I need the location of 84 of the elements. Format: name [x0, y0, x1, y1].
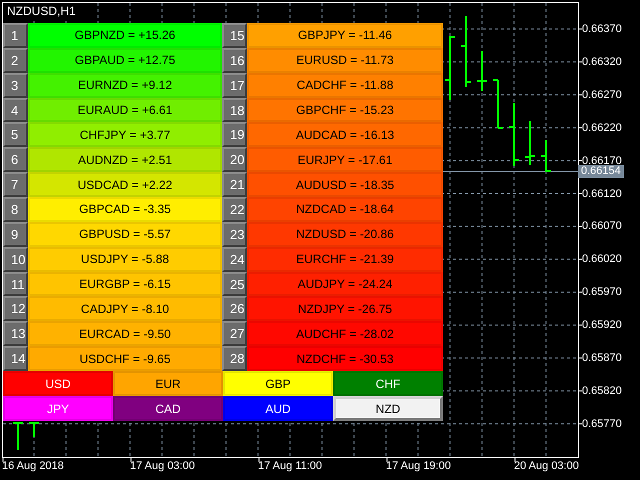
currency-button[interactable]: NZD — [333, 396, 443, 422]
rank-cell: 27 — [222, 321, 247, 346]
rank-cell: 8 — [3, 197, 28, 222]
currency-button[interactable]: CHF — [333, 371, 443, 396]
pair-strength-cell: NZDUSD = -20.86 — [247, 222, 443, 247]
time-label: 20 Aug 03:00 — [514, 460, 579, 473]
pair-strength-cell: AUDNZD = +2.51 — [28, 147, 222, 172]
rank-cell: 5 — [3, 122, 28, 148]
price-label: 0.66320 — [582, 56, 622, 68]
pair-strength-cell: EURGBP = -6.15 — [28, 272, 222, 296]
time-label: 17 Aug 11:00 — [258, 460, 322, 473]
pair-strength-cell: GBPAUD = +12.75 — [28, 48, 222, 73]
rank-cell: 14 — [3, 346, 28, 372]
price-label: 0.65770 — [582, 418, 622, 430]
rank-cell: 10 — [3, 246, 28, 272]
price-label: 0.65820 — [582, 384, 622, 397]
pair-strength-cell: NZDCAD = -18.64 — [247, 197, 443, 222]
currency-button[interactable]: CAD — [113, 396, 223, 422]
currency-button[interactable]: EUR — [113, 371, 223, 396]
price-bars-drawing — [13, 422, 39, 450]
rank-cell: 17 — [222, 72, 247, 98]
rank-cell: 1 — [3, 23, 28, 48]
pair-strength-cell: AUDJPY = -24.24 — [247, 272, 443, 296]
rank-cell: 11 — [3, 272, 28, 296]
rank-cell: 6 — [3, 147, 28, 172]
current-price-label: 0.66154 — [578, 165, 624, 178]
rank-cell: 18 — [222, 98, 247, 122]
pair-strength-cell: USDJPY = -5.88 — [28, 246, 222, 272]
price-label: 0.66070 — [582, 220, 622, 232]
time-label: 16 Aug 2018 — [2, 460, 64, 473]
rank-cell: 15 — [222, 23, 247, 48]
price-label: 0.66170 — [582, 154, 622, 167]
price-label: 0.66120 — [582, 188, 622, 200]
rank-cell: 20 — [222, 147, 247, 172]
price-label: 0.65920 — [582, 319, 622, 332]
price-label: 0.65870 — [582, 352, 622, 364]
time-label: 17 Aug 19:00 — [386, 460, 451, 473]
pair-strength-cell: GBPJPY = -11.46 — [247, 23, 443, 48]
price-label: 0.66020 — [582, 253, 622, 266]
chart-title: NZDUSD,H1 — [6, 3, 77, 19]
pair-strength-cell: NZDJPY = -26.75 — [247, 296, 443, 322]
currency-button[interactable]: AUD — [223, 396, 333, 422]
currency-button[interactable]: USD — [3, 371, 113, 396]
rank-cell: 26 — [222, 296, 247, 322]
pair-strength-cell: EURNZD = +9.12 — [28, 72, 222, 98]
pair-strength-cell: USDCHF = -9.65 — [28, 346, 222, 372]
rank-cell: 24 — [222, 246, 247, 272]
pair-strength-cell: USDCAD = +2.22 — [28, 172, 222, 198]
pair-strength-cell: GBPCHF = -15.23 — [247, 98, 443, 122]
pair-strength-cell: CADJPY = -8.10 — [28, 296, 222, 322]
pair-strength-cell: EURCHF = -21.39 — [247, 246, 443, 272]
pair-strength-cell: EURCAD = -9.50 — [28, 321, 222, 346]
rank-cell: 3 — [3, 72, 28, 98]
pair-strength-cell: NZDCHF = -30.53 — [247, 346, 443, 372]
rank-cell: 9 — [3, 222, 28, 247]
price-label: 0.66270 — [582, 88, 622, 101]
pair-strength-cell: CADCHF = -11.88 — [247, 72, 443, 98]
pair-strength-cell: GBPCAD = -3.35 — [28, 197, 222, 222]
pair-strength-cell: CHFJPY = +3.77 — [28, 122, 222, 148]
pair-strength-cell: AUDCAD = -16.13 — [247, 122, 443, 148]
time-label: 17 Aug 03:00 — [130, 460, 195, 473]
pair-strength-cell: GBPNZD = +15.26 — [28, 23, 222, 48]
rank-cell: 16 — [222, 48, 247, 73]
rank-cell: 2 — [3, 48, 28, 73]
pair-strength-cell: EURUSD = -11.73 — [247, 48, 443, 73]
price-label: 0.65970 — [582, 286, 622, 298]
price-label: 0.66220 — [582, 122, 622, 134]
pair-strength-cell: GBPUSD = -5.57 — [28, 222, 222, 247]
rank-cell: 13 — [3, 321, 28, 346]
rank-cell: 23 — [222, 222, 247, 247]
pair-strength-cell: EURJPY = -17.61 — [247, 147, 443, 172]
rank-cell: 25 — [222, 272, 247, 296]
rank-cell: 21 — [222, 172, 247, 198]
rank-cell: 4 — [3, 98, 28, 122]
rank-cell: 22 — [222, 197, 247, 222]
pair-strength-cell: AUDCHF = -28.02 — [247, 321, 443, 346]
pair-strength-cell: EURAUD = +6.61 — [28, 98, 222, 122]
price-label: 0.66370 — [582, 23, 622, 35]
rank-cell: 12 — [3, 296, 28, 322]
rank-cell: 28 — [222, 346, 247, 372]
rank-cell: 19 — [222, 122, 247, 148]
currency-button[interactable]: GBP — [223, 371, 333, 396]
rank-cell: 7 — [3, 172, 28, 198]
pair-strength-cell: AUDUSD = -18.35 — [247, 172, 443, 198]
